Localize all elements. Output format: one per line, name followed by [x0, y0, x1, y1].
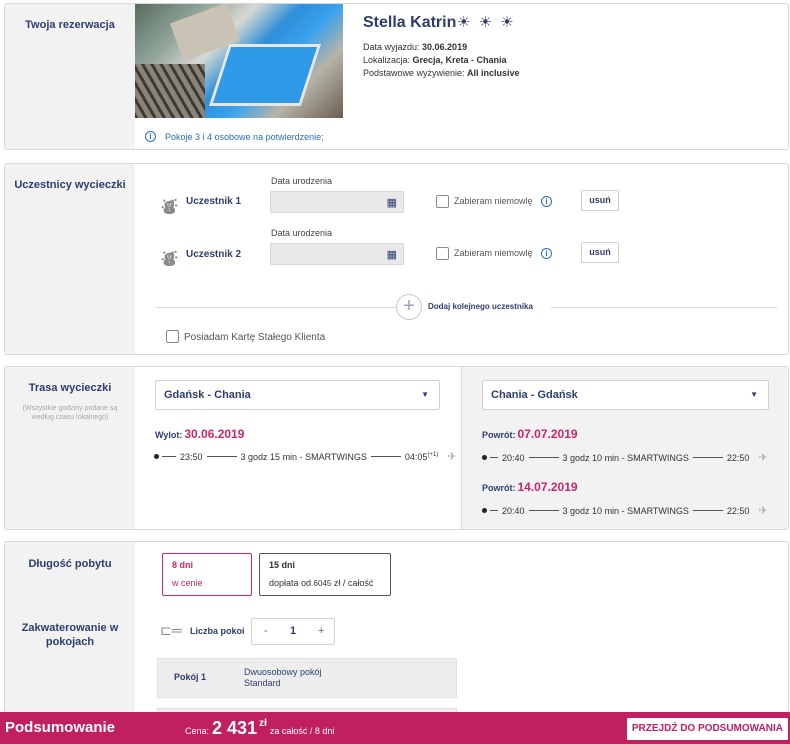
rooms-stepper[interactable]: - 1 +	[251, 618, 335, 645]
outbound-flight-label: Wylot: 30.06.2019	[155, 427, 245, 441]
room-row: Pokój 1 Dwuosobowy pokój Standard	[157, 658, 457, 698]
info-icon[interactable]: i	[541, 196, 552, 207]
plane-icon: ✈	[447, 451, 457, 463]
rooms-decrement-button[interactable]: -	[264, 619, 268, 644]
participant-1-name: Uczestnik 1	[186, 196, 242, 207]
bed-icon: ⊏═	[160, 622, 182, 638]
return-flight-1-details: 20:40 3 godz 10 min - SMARTWINGS 22:50 ✈	[482, 451, 768, 464]
loyalty-card-label[interactable]: Posiadam Kartę Stałego Klienta	[184, 332, 325, 343]
outbound-route-select[interactable]: Gdańsk - Chania ▼	[155, 380, 440, 410]
calendar-icon[interactable]: ▦	[387, 196, 397, 209]
go-to-summary-button[interactable]: PRZEJDŹ DO PODSUMOWANIA	[626, 718, 788, 740]
chevron-down-icon: ▼	[421, 390, 429, 399]
route-time-note: (Wszystkie godziny podane są według czas…	[22, 405, 118, 421]
reservation-card: Twoja rezerwacja Stella Katrin ☀ ☀ ☀ Dat…	[4, 3, 789, 150]
hotel-photo[interactable]	[135, 4, 343, 118]
room-type[interactable]: Dwuosobowy pokój Standard	[244, 667, 322, 689]
participants-card: Uczestnicy wycieczki ⛇ Uczestnik 1 Data …	[4, 163, 789, 355]
return-route-panel: Chania - Gdańsk ▼ Powrót: 07.07.2019 20:4…	[461, 367, 788, 529]
participant-2-infant-checkbox[interactable]	[436, 247, 449, 260]
departure-date: Data wyjazdu: 30.06.2019	[363, 42, 468, 52]
return-flight-2-details: 20:40 3 godz 10 min - SMARTWINGS 22:50 ✈	[482, 504, 768, 517]
participant-1-infant-checkbox[interactable]	[436, 195, 449, 208]
calendar-icon[interactable]: ▦	[387, 248, 397, 261]
participant-1-infant-label[interactable]: Zabieram niemowlę	[454, 196, 533, 206]
participants-section-title: Uczestnicy wycieczki	[14, 179, 126, 191]
divider	[155, 307, 396, 308]
rooms-info-note: i Pokoje 3 i 4 osobowe na potwierdzenie;	[145, 131, 324, 142]
info-icon[interactable]: i	[541, 248, 552, 259]
stay-card: Długość pobytu Zakwaterowanie w pokojach…	[4, 541, 789, 731]
board-type: Podstawowe wyżywienie: All inclusive	[363, 68, 520, 78]
participant-2-name: Uczestnik 2	[186, 249, 242, 260]
plane-icon: ✈	[758, 505, 768, 517]
route-side-panel: Trasa wycieczki (Wszystkie godziny podan…	[5, 367, 135, 529]
loyalty-card-checkbox[interactable]	[166, 330, 179, 343]
accommodation-section-title: Zakwaterowanie w pokojach	[21, 622, 119, 648]
return-flight-2-label: Powrót: 14.07.2019	[482, 480, 578, 494]
hotel-name[interactable]: Stella Katrin	[363, 14, 456, 32]
return-flight-1-label: Powrót: 07.07.2019	[482, 427, 578, 441]
hotel-rating-sun-icons: ☀ ☀ ☀	[457, 14, 516, 31]
plus-icon[interactable]: +	[396, 294, 422, 320]
plane-icon: ✈	[758, 452, 768, 464]
room-label: Pokój 1	[174, 672, 207, 682]
route-section-title: Trasa wycieczki	[28, 382, 112, 394]
duration-option-15-days[interactable]: 15 dni dopłata od 6045 zł / całość	[259, 553, 391, 596]
add-participant-button[interactable]: Dodaj kolejnego uczestnika	[428, 302, 533, 311]
reservation-side-panel: Twoja rezerwacja	[5, 4, 135, 149]
divider	[551, 307, 777, 308]
chevron-down-icon: ▼	[750, 390, 758, 399]
rooms-count-value: 1	[290, 625, 297, 637]
summary-bar: Podsumowanie Cena: 2 431 zł za całość / …	[0, 712, 790, 744]
reservation-section-title: Twoja rezerwacja	[25, 19, 115, 31]
hotel-location: Lokalizacja: Grecja, Kreta - Chania	[363, 55, 507, 65]
person-icon: ⛇	[161, 250, 178, 269]
rooms-increment-button[interactable]: +	[318, 619, 324, 644]
duration-option-8-days[interactable]: 8 dni w cenie	[162, 553, 252, 596]
outbound-flight-details: 23:50 3 godz 15 min - SMARTWINGS 04:05(+…	[154, 450, 457, 463]
participant-2-dob-input[interactable]: ▦	[270, 243, 404, 265]
summary-title: Podsumowanie	[5, 719, 116, 736]
participant-2-dob-label: Data urodzenia	[271, 228, 333, 238]
total-price: Cena: 2 431 zł za całość / 8 dni	[185, 718, 335, 738]
participant-2-infant-label[interactable]: Zabieram niemowlę	[454, 248, 533, 258]
participant-1-dob-input[interactable]: ▦	[270, 191, 404, 213]
participant-1-dob-label: Data urodzenia	[271, 176, 333, 186]
stay-side-panel: Długość pobytu Zakwaterowanie w pokojach	[5, 542, 135, 731]
stay-section-title: Długość pobytu	[28, 558, 112, 570]
return-route-select[interactable]: Chania - Gdańsk ▼	[482, 380, 769, 410]
info-icon: i	[145, 131, 156, 142]
rooms-count-label: Liczba pokoi	[190, 626, 245, 636]
participant-1-remove-button[interactable]: usuń	[581, 190, 619, 211]
participant-2-remove-button[interactable]: usuń	[581, 242, 619, 263]
person-icon: ⛇	[161, 198, 178, 217]
route-card: Trasa wycieczki (Wszystkie godziny podan…	[4, 366, 789, 530]
participants-side-panel: Uczestnicy wycieczki	[5, 164, 135, 354]
